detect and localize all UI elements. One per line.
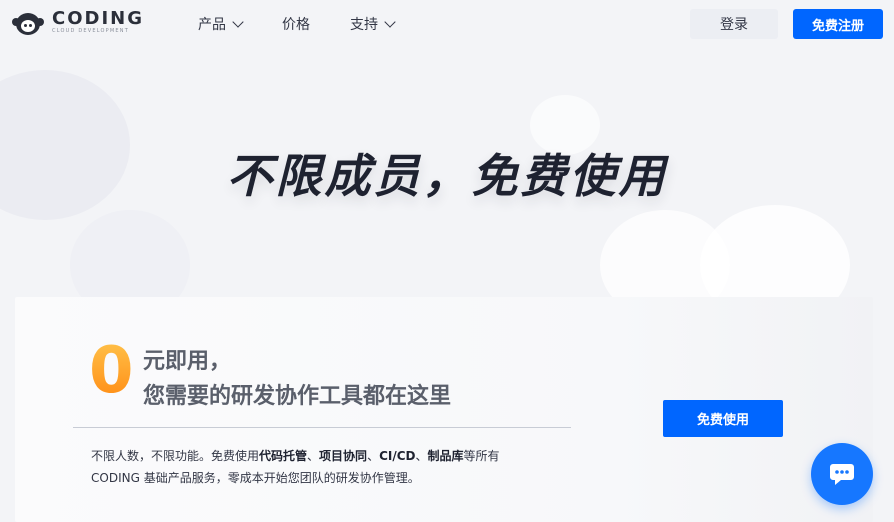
- slogan-line-2: 您需要的研发协作工具都在这里: [143, 384, 452, 409]
- nav-item-label: 价格: [282, 17, 310, 33]
- nav-item-pricing[interactable]: 价格: [282, 14, 310, 34]
- desc-highlight: CI/CD: [379, 449, 416, 463]
- login-button[interactable]: 登录: [690, 9, 778, 39]
- nav-item-label: 支持: [350, 17, 378, 33]
- desc-highlight: 代码托管: [259, 449, 308, 463]
- coding-logo[interactable]: CODING CLOUD DEVELOPMENT: [12, 10, 144, 35]
- desc-text: 、: [415, 449, 428, 463]
- nav-item-label: 产品: [198, 17, 226, 33]
- chevron-down-icon: [232, 15, 244, 28]
- nav-item-support[interactable]: 支持: [350, 14, 396, 34]
- desc-text: 、: [367, 449, 380, 463]
- chevron-down-icon: [384, 15, 396, 28]
- register-button[interactable]: 免费注册: [793, 9, 883, 39]
- nav-item-products[interactable]: 产品: [198, 14, 244, 34]
- monkey-logo-icon: [12, 11, 44, 35]
- desc-text: 等所有: [463, 449, 500, 463]
- free-use-button[interactable]: 免费使用: [663, 400, 783, 437]
- top-navigation-bar: CODING CLOUD DEVELOPMENT 产品 价格 支持 登录 免费注…: [0, 0, 894, 46]
- product-description: 不限人数，不限功能。免费使用代码托管、项目协同、CI/CD、制品库等所有 CODI…: [91, 445, 591, 489]
- desc-highlight: 制品库: [427, 449, 464, 463]
- promo-card: 0 元即用， 您需要的研发协作工具都在这里 不限人数，不限功能。免费使用代码托管…: [15, 297, 873, 522]
- zero-price-figure: 0: [89, 334, 134, 408]
- logo-wordmark: CODING CLOUD DEVELOPMENT: [52, 10, 144, 35]
- hero-title: 不限成员，免费使用: [226, 149, 668, 203]
- chat-button[interactable]: [811, 443, 873, 505]
- divider: [73, 427, 571, 428]
- desc-highlight: 项目协同: [319, 449, 368, 463]
- logo-subtitle: CLOUD DEVELOPMENT: [52, 28, 129, 34]
- slogan-line-1: 元即用，: [143, 349, 232, 374]
- desc-text: 、: [307, 449, 320, 463]
- main-nav: 产品 价格 支持: [198, 14, 434, 34]
- desc-text: 不限人数，不限功能。免费使用: [91, 449, 260, 463]
- chat-bubble-icon: [830, 464, 854, 485]
- desc-text: CODING 基础产品服务，零成本开始您团队的研发协作管理。: [91, 471, 420, 485]
- logo-name: CODING: [52, 8, 144, 29]
